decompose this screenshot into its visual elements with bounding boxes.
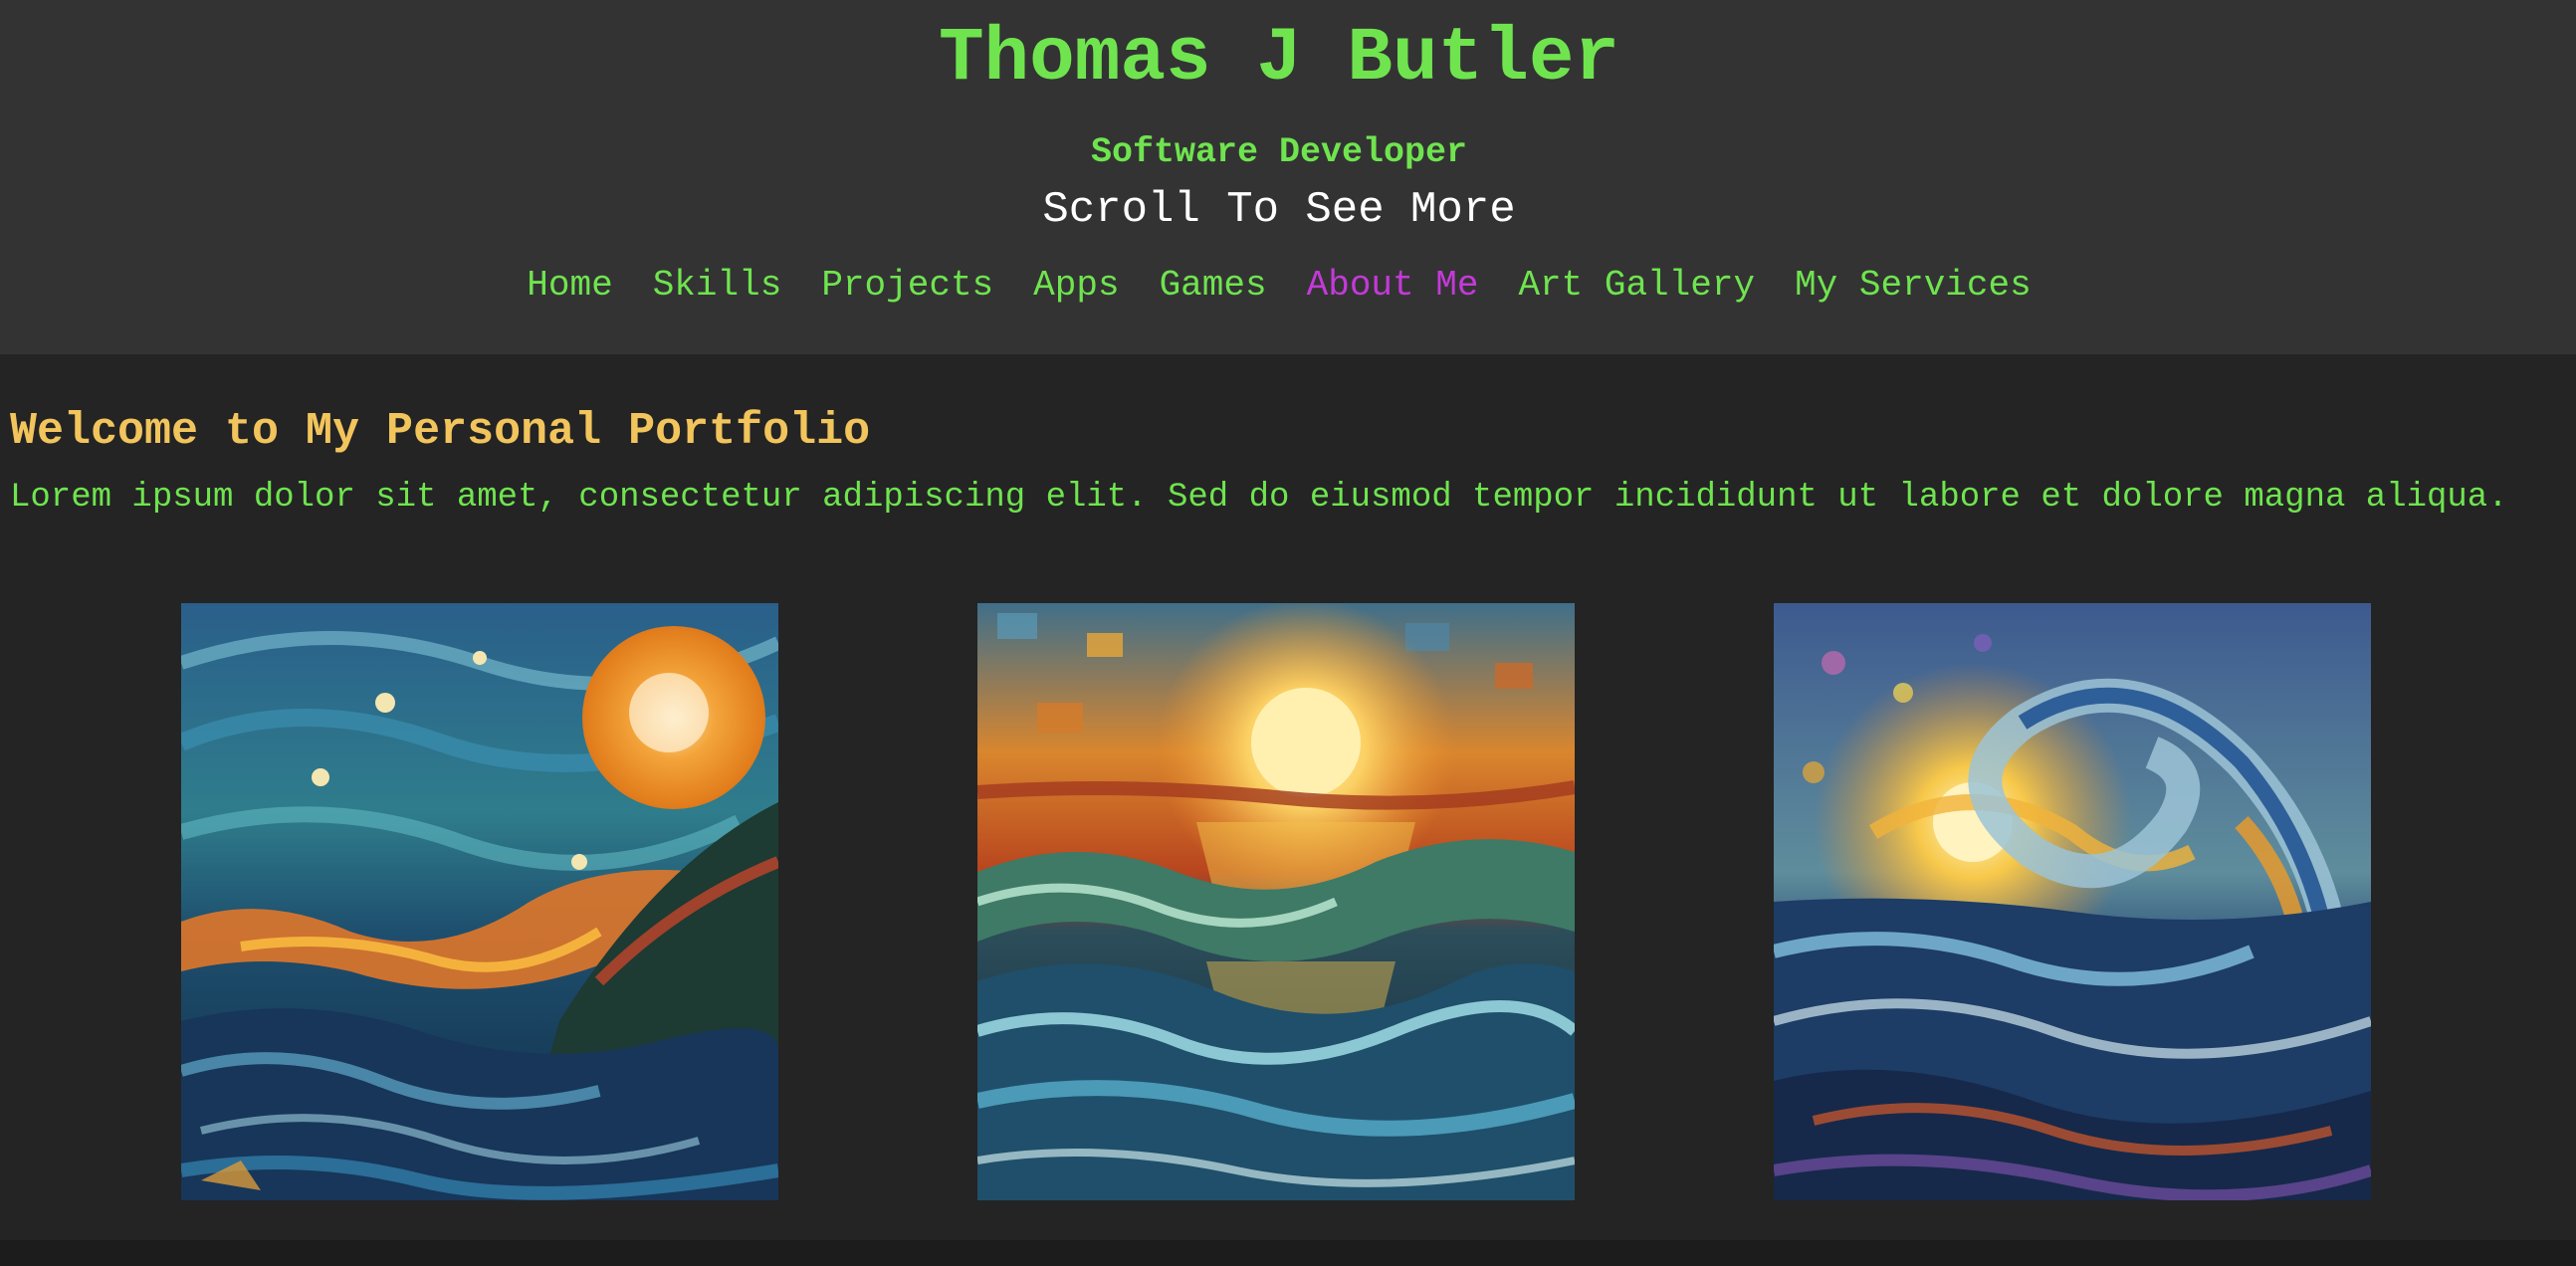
intro-paragraph: Lorem ipsum dolor sit amet, consectetur …	[10, 479, 2508, 517]
art-gallery	[0, 603, 2576, 1200]
nav-link-skills[interactable]: Skills	[653, 261, 782, 311]
nav-link-about-me[interactable]: About Me	[1307, 261, 1479, 311]
site-header: Thomas J Butler Software Developer Scrol…	[0, 0, 2576, 354]
scroll-hint: Scroll To See More	[1042, 185, 1516, 235]
nav-link-art-gallery[interactable]: Art Gallery	[1518, 261, 1755, 311]
nav-link-games[interactable]: Games	[1160, 261, 1267, 311]
sunset-waves-painting[interactable]	[977, 603, 1575, 1200]
welcome-heading: Welcome to My Personal Portfolio	[10, 406, 871, 457]
footer-band	[0, 1240, 2576, 1266]
main-nav: Home Skills Projects Apps Games About Me…	[0, 261, 2558, 311]
nav-link-apps[interactable]: Apps	[1033, 261, 1119, 311]
night-sea-moon-painting[interactable]	[181, 603, 778, 1200]
swirling-wave-sun-painting[interactable]	[1774, 603, 2371, 1200]
nav-link-my-services[interactable]: My Services	[1795, 261, 2032, 311]
nav-link-projects[interactable]: Projects	[821, 261, 993, 311]
nav-link-home[interactable]: Home	[527, 261, 612, 311]
site-subtitle: Software Developer	[1090, 132, 1468, 172]
site-title: Thomas J Butler	[938, 16, 1620, 102]
